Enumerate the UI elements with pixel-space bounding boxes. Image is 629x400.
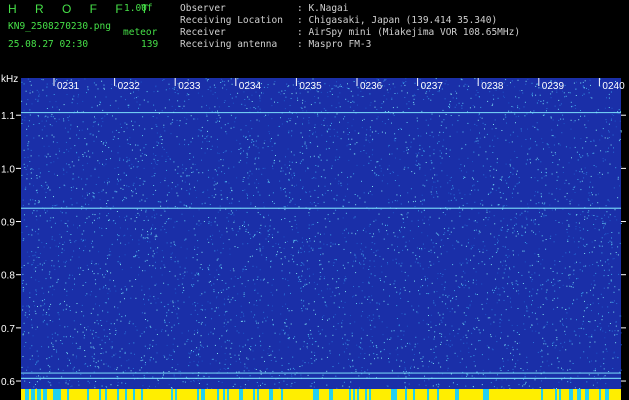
x-tick-label: 0236 xyxy=(360,81,383,92)
x-tick-label: 0231 xyxy=(57,81,80,92)
x-tick-label: 0233 xyxy=(178,81,201,92)
antenna-label: Receiving antenna xyxy=(180,39,278,50)
x-tick-label: 0234 xyxy=(239,81,262,92)
plot-background xyxy=(21,78,621,389)
x-tick-label: 0238 xyxy=(481,81,504,92)
receiver-value: : AirSpy mini (Miakejima VOR 108.65MHz) xyxy=(297,27,521,38)
antenna-value: : Maspro FM-3 xyxy=(297,39,372,50)
filename-label: KN9_2508270230.png xyxy=(8,21,111,32)
version-label: 1.00f xyxy=(124,3,153,14)
y-tick-label: 1.1 xyxy=(1,111,15,122)
x-tick-label: 0239 xyxy=(542,81,565,92)
x-tick-label: 0237 xyxy=(421,81,444,92)
observer-label: Observer xyxy=(180,3,226,14)
x-tick-label: 0232 xyxy=(118,81,141,92)
datetime-label: 25.08.27 02:30 xyxy=(8,39,89,50)
x-tick-label: 0235 xyxy=(299,81,322,92)
observer-value: : K.Nagai xyxy=(297,3,349,14)
y-tick-label: 1.0 xyxy=(1,164,15,175)
bottom-bar xyxy=(21,389,621,400)
meteor-label: meteor xyxy=(123,27,158,38)
x-tick-label: 0240 xyxy=(602,81,625,92)
y-tick-label: 0.9 xyxy=(1,218,15,229)
location-label: Receiving Location xyxy=(180,15,283,26)
y-tick-label: 0.8 xyxy=(1,271,15,282)
meteor-count: 139 xyxy=(141,39,159,50)
y-tick-label: 0.6 xyxy=(1,377,15,388)
spectrogram-chart: 0231 0232 0233 0234 0235 0236 0237 0238 0239 0240… xyxy=(1,78,626,400)
receiver-label: Receiver xyxy=(180,27,226,38)
location-value: : Chigasaki, Japan (139.414 35.340) xyxy=(297,15,498,26)
y-tick-label: 0.7 xyxy=(1,324,15,335)
